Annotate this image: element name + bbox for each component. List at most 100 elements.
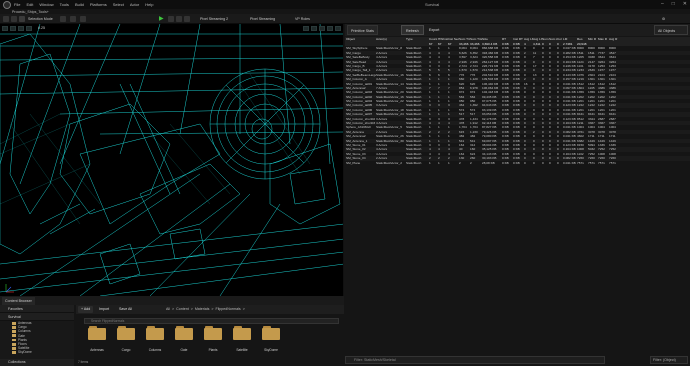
folder-icon (233, 326, 251, 340)
asset-tile[interactable]: SkyDome (260, 326, 282, 352)
breadcrumb-flippednormals[interactable]: FlippedNormals (216, 306, 241, 313)
folder-body (146, 328, 164, 340)
add-button[interactable]: + Add (78, 306, 94, 313)
table-cell: 0 (542, 160, 544, 165)
asset-tile[interactable]: Satellite (231, 326, 253, 352)
asset-label: Plants (208, 348, 218, 352)
folder-tree-item[interactable]: SkyDome (0, 350, 74, 354)
breadcrumb: All > Content > Materials > FlippedNorma… (166, 306, 245, 313)
scale-icon[interactable] (319, 26, 325, 31)
viewport-fov[interactable]: 0.25 (38, 26, 45, 30)
table-cell: SM_Plane (346, 160, 361, 165)
folder-body (88, 328, 106, 340)
cinematics-icon[interactable] (80, 16, 86, 22)
content-icon[interactable] (11, 16, 17, 22)
table-cell: 1 (429, 160, 431, 165)
asset-tile[interactable]: Antennas (86, 326, 108, 352)
content-browser-header: Content Browser (0, 296, 344, 305)
unreal-logo-icon[interactable] (3, 1, 11, 9)
show-flags-icon[interactable] (26, 26, 32, 31)
asset-tile[interactable]: Cargo (115, 326, 137, 352)
save-all-button[interactable]: Save All (116, 306, 135, 313)
primitive-stats-tab[interactable]: Primitive Stats (347, 25, 378, 35)
play-icon[interactable]: ▶ (159, 16, 165, 22)
content-search-input[interactable]: Search FlippedNormals (84, 318, 339, 324)
folder-icon (204, 326, 222, 340)
asset-grid: Antennas Cargo Columns Gate Plants Satellite S… (86, 326, 282, 352)
content-browser-tab[interactable]: Content Browser (2, 297, 35, 305)
grid-snap-icon[interactable] (327, 26, 333, 31)
asset-label: Antennas (90, 348, 104, 352)
breadcrumb-content[interactable]: Content (176, 306, 189, 313)
asset-label: Gate (180, 348, 188, 352)
menu-select[interactable]: Select (113, 0, 124, 9)
menu-help[interactable]: Help (145, 0, 153, 9)
breadcrumb-materials[interactable]: Materials (195, 306, 210, 313)
close-icon[interactable]: ✕ (683, 0, 687, 9)
content-browser-toolbar: + Add Import Save All All > Content > Ma… (76, 305, 344, 314)
view-mode-icon[interactable] (18, 26, 24, 31)
table-cell: 7571 (577, 160, 584, 165)
asset-tile[interactable]: Gate (173, 326, 195, 352)
folder-icon (12, 346, 16, 350)
rotate-icon[interactable] (311, 26, 317, 31)
minimize-icon[interactable]: – (661, 0, 664, 9)
asset-tile[interactable]: Plants (202, 326, 224, 352)
perspective-icon[interactable] (10, 26, 16, 31)
table-cell: 0 KB (513, 160, 520, 165)
table-cell: 0 (549, 160, 551, 165)
settings-dropdown[interactable]: ⚙ (660, 15, 667, 23)
level-viewport[interactable]: 0.25 (0, 24, 344, 296)
menu-edit[interactable]: Edit (26, 0, 33, 9)
stop-icon[interactable] (176, 16, 182, 22)
object-filter-dropdown[interactable]: All Objects (654, 25, 688, 35)
blueprint-icon[interactable] (70, 16, 76, 22)
folder-icon (12, 334, 16, 338)
menu-window[interactable]: Window (39, 0, 53, 9)
vp-roles-dropdown[interactable]: VP Roles (293, 15, 312, 23)
project-section[interactable]: Survival (0, 313, 74, 321)
table-cell: 2 (459, 160, 461, 165)
settings-icon[interactable] (184, 16, 190, 22)
folder-icon (262, 326, 280, 340)
folder-icon (12, 338, 16, 342)
table-cell: StaticMeshActor_2 (376, 160, 402, 165)
folder-label: SkyDome (18, 350, 32, 355)
folder-icon (12, 321, 16, 325)
asset-tile[interactable]: Columns (144, 326, 166, 352)
translate-icon[interactable] (303, 26, 309, 31)
stats-filter-dropdown[interactable]: Filter: (Object) (650, 356, 688, 364)
folder-body (117, 328, 135, 340)
table-row[interactable]: SM_Plane StaticMeshActor_2 StaticMesh 1 1 1 2 2… (345, 161, 690, 165)
folder-body (204, 328, 222, 340)
menu-tools[interactable]: Tools (60, 0, 69, 9)
folder-icon (88, 326, 106, 340)
import-button[interactable]: Import (96, 306, 112, 313)
refresh-button[interactable]: Refresh (401, 25, 424, 35)
pixel-streaming-dropdown[interactable]: Pixel Streaming (248, 15, 277, 23)
viewport-menu-icon[interactable] (2, 26, 8, 31)
menu-platforms[interactable]: Platforms (90, 0, 107, 9)
asset-label: SkyDome (264, 348, 278, 352)
pixel-streaming-2-dropdown[interactable]: Pixel Streaming 2 (198, 15, 230, 23)
maximize-icon[interactable]: □ (672, 0, 675, 9)
save-icon[interactable] (3, 16, 9, 22)
collections-section[interactable]: Collections (0, 359, 74, 366)
folder-icon (12, 351, 16, 354)
breadcrumb-all[interactable]: All (166, 306, 170, 313)
export-button[interactable]: Export (425, 25, 443, 35)
pause-icon[interactable] (168, 16, 174, 22)
selection-mode-dropdown[interactable]: Selection Mode (26, 15, 55, 23)
add-actor-icon[interactable] (60, 16, 66, 22)
favorites-section[interactable]: Favorites (0, 305, 74, 313)
menu-file[interactable]: File (14, 0, 20, 9)
menu-actor[interactable]: Actor (130, 0, 139, 9)
folder-tree: Antennas Cargo Columns Gate Plants Floors Sate… (0, 321, 74, 355)
folder-icon (175, 326, 193, 340)
camera-speed-icon[interactable] (335, 26, 341, 31)
menu-build[interactable]: Build (75, 0, 84, 9)
table-cell: 2 (470, 160, 472, 165)
stats-search-input[interactable]: Filter: StaticMesh/Skeletal (345, 356, 605, 364)
asset-label: Columns (148, 348, 162, 352)
selection-mode-icon[interactable] (19, 16, 25, 22)
